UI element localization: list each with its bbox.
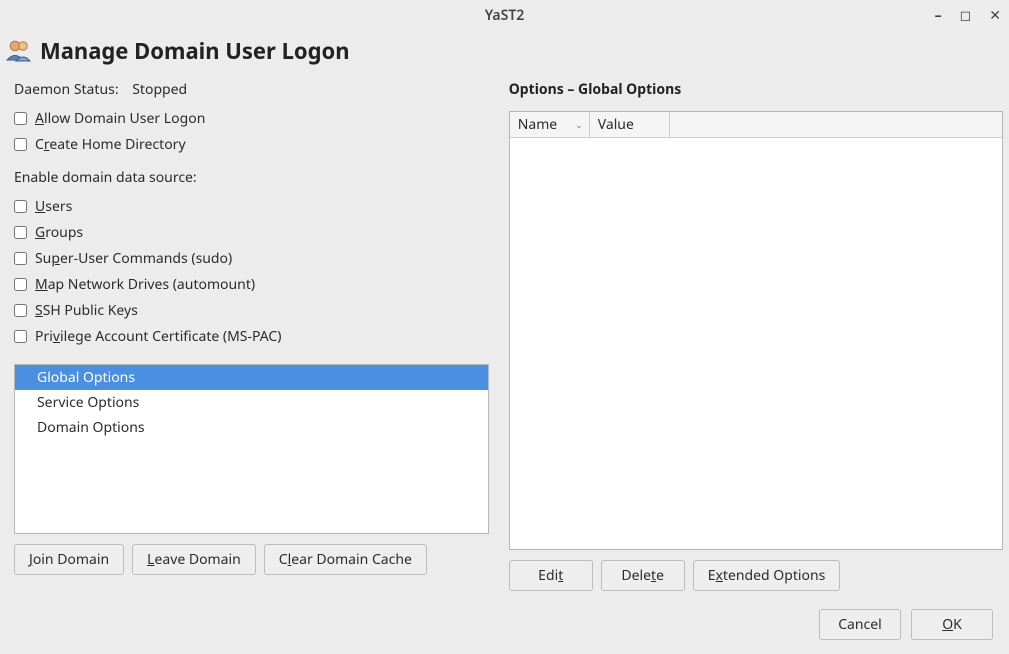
- maximize-icon[interactable]: ◻: [960, 6, 972, 25]
- column-name-label: Name: [518, 115, 557, 134]
- allow-domain-logon-label: Allow Domain User Logon: [35, 109, 205, 128]
- source-users-label: Users: [35, 197, 72, 216]
- titlebar: YaST2 – ◻ ✕: [0, 0, 1009, 30]
- section-service-options[interactable]: Service Options: [15, 390, 488, 415]
- source-groups-label: Groups: [35, 223, 83, 242]
- source-mount-input[interactable]: [14, 278, 27, 291]
- close-icon[interactable]: ✕: [989, 6, 1001, 25]
- sections-list[interactable]: Global Options Service Options Domain Op…: [14, 364, 489, 534]
- source-pac-input[interactable]: [14, 330, 27, 343]
- options-table-body: [510, 138, 1002, 549]
- extended-options-button[interactable]: Extended Options: [693, 560, 841, 591]
- options-table-header: Name ⌄ Value: [510, 112, 1002, 138]
- sort-indicator-icon: ⌄: [575, 118, 583, 131]
- daemon-status-value: Stopped: [132, 80, 187, 99]
- daemon-status-label: Daemon Status:: [14, 80, 119, 99]
- source-groups-input[interactable]: [14, 226, 27, 239]
- clear-domain-cache-button[interactable]: Clear Domain Cache: [264, 544, 427, 575]
- source-mount-checkbox[interactable]: Map Network Drives (automount): [14, 275, 489, 294]
- create-home-label: Create Home Directory: [35, 135, 186, 154]
- users-icon: [6, 38, 32, 64]
- source-sudo-checkbox[interactable]: Super-User Commands (sudo): [14, 249, 489, 268]
- source-ssh-label: SSH Public Keys: [35, 301, 138, 320]
- leave-domain-button[interactable]: Leave Domain: [132, 544, 256, 575]
- source-mount-label: Map Network Drives (automount): [35, 275, 255, 294]
- delete-button[interactable]: Delete: [601, 560, 685, 591]
- edit-button[interactable]: Edit: [509, 560, 593, 591]
- column-value[interactable]: Value: [590, 112, 670, 137]
- window-title: YaST2: [485, 6, 525, 25]
- page-title: Manage Domain User Logon: [40, 36, 350, 66]
- allow-domain-logon-input[interactable]: [14, 112, 27, 125]
- ok-button[interactable]: OK: [911, 609, 993, 640]
- source-pac-label: Privilege Account Certificate (MS-PAC): [35, 327, 281, 346]
- cancel-button[interactable]: Cancel: [819, 609, 901, 640]
- source-sudo-input[interactable]: [14, 252, 27, 265]
- minimize-icon[interactable]: –: [935, 6, 942, 25]
- source-pac-checkbox[interactable]: Privilege Account Certificate (MS-PAC): [14, 327, 489, 346]
- create-home-input[interactable]: [14, 138, 27, 151]
- daemon-status: Daemon Status: Stopped: [14, 80, 489, 99]
- source-groups-checkbox[interactable]: Groups: [14, 223, 489, 242]
- source-users-checkbox[interactable]: Users: [14, 197, 489, 216]
- join-domain-button[interactable]: Join Domain: [14, 544, 124, 575]
- section-domain-options[interactable]: Domain Options: [15, 415, 488, 440]
- source-users-input[interactable]: [14, 200, 27, 213]
- source-ssh-checkbox[interactable]: SSH Public Keys: [14, 301, 489, 320]
- column-value-label: Value: [598, 115, 634, 134]
- options-panel-title: Options – Global Options: [509, 80, 1003, 99]
- options-table[interactable]: Name ⌄ Value: [509, 111, 1003, 550]
- source-ssh-input[interactable]: [14, 304, 27, 317]
- source-sudo-label: Super-User Commands (sudo): [35, 249, 232, 268]
- allow-domain-logon-checkbox[interactable]: Allow Domain User Logon: [14, 109, 489, 128]
- section-global-options[interactable]: Global Options: [15, 365, 488, 390]
- enable-source-label: Enable domain data source:: [14, 168, 489, 187]
- create-home-checkbox[interactable]: Create Home Directory: [14, 135, 489, 154]
- column-name[interactable]: Name ⌄: [510, 112, 590, 137]
- page-heading: Manage Domain User Logon: [0, 30, 1009, 80]
